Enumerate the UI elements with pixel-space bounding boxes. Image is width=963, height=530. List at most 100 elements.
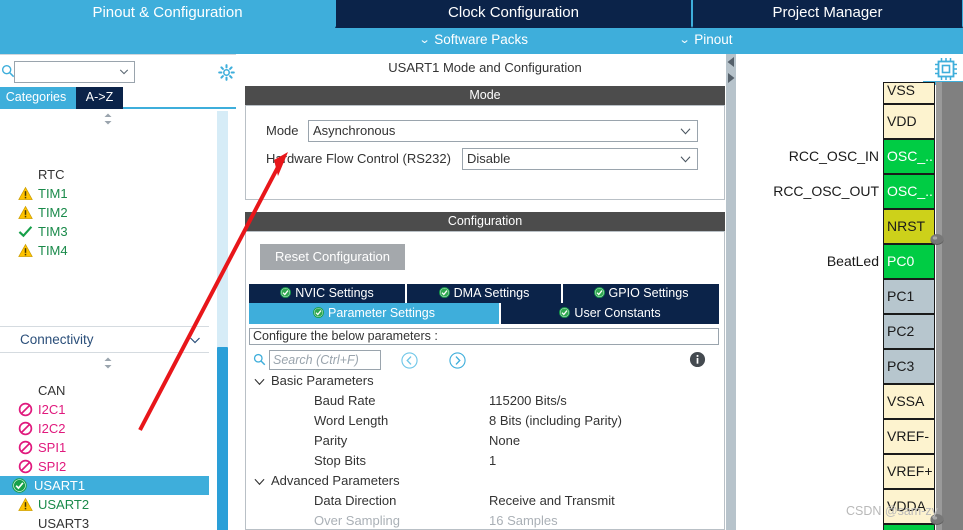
sidebar-item-tim4[interactable]: TIM4 — [0, 241, 209, 260]
menu-label: Pinout — [694, 32, 733, 47]
pin-vref-plus[interactable]: VREF+ — [883, 454, 935, 489]
tab-categories[interactable]: Categories — [0, 87, 76, 109]
tab-label: Pinout & Configuration — [92, 4, 243, 21]
peripheral-sidebar: Categories A->Z RTC TIM1 TIM2 TIM3 TIM4 … — [0, 54, 236, 530]
tab-parameter-settings[interactable]: Parameter Settings — [249, 303, 501, 324]
warning-icon — [18, 205, 33, 219]
pin-vssa[interactable]: VSSA — [883, 384, 935, 419]
flow-control-value: Disable — [467, 151, 511, 166]
warning-icon — [18, 186, 33, 200]
splitter-collapse-left-icon[interactable] — [726, 56, 736, 68]
pin-pc1[interactable]: PC1 — [883, 279, 935, 314]
pushpin-icon[interactable] — [926, 232, 952, 258]
param-row-word-length[interactable]: Word Length 8 Bits (including Parity) — [249, 412, 719, 432]
tab-label: Categories — [5, 90, 67, 104]
sidebar-item-tim1[interactable]: TIM1 — [0, 184, 209, 203]
config-tab-row-1: NVIC Settings DMA Settings GPIO Settings — [249, 284, 719, 303]
tab-dma-settings[interactable]: DMA Settings — [407, 284, 563, 303]
sidebar-item-can[interactable]: CAN — [0, 381, 209, 400]
menu-label: Software Packs — [434, 32, 529, 47]
parameter-search-input[interactable]: Search (Ctrl+F) — [269, 350, 381, 370]
peripheral-label: RTC — [38, 167, 65, 182]
configuration-section-header: Configuration — [245, 212, 725, 231]
chevron-down-icon — [680, 156, 691, 163]
chevron-left-icon[interactable] — [401, 352, 418, 369]
peripheral-search-combo[interactable] — [14, 61, 135, 83]
param-value: 115200 Bits/s — [489, 393, 567, 408]
pin-label: VREF+ — [887, 463, 933, 479]
scroll-updown-icon[interactable] — [100, 113, 116, 125]
divider — [0, 326, 209, 327]
pin-vss[interactable]: VSS — [883, 82, 935, 104]
param-group-label: Basic Parameters — [271, 373, 374, 388]
tab-user-constants[interactable]: User Constants — [501, 303, 719, 324]
pin-vref-minus[interactable]: VREF- — [883, 419, 935, 454]
gear-icon[interactable] — [218, 64, 235, 81]
sidebar-item-usart3[interactable]: USART3 — [0, 514, 209, 530]
sidebar-group-connectivity[interactable]: Connectivity — [0, 329, 209, 351]
pin-osc-in[interactable]: OSC_.. — [883, 139, 935, 174]
pin-label: OSC_.. — [887, 183, 933, 199]
param-name: Stop Bits — [314, 453, 367, 468]
param-row-over-sampling[interactable]: Over Sampling 16 Samples — [249, 512, 719, 530]
group-label: Connectivity — [20, 332, 94, 347]
search-icon — [253, 353, 266, 366]
tab-pinout-configuration[interactable]: Pinout & Configuration — [0, 0, 335, 28]
sidebar-tab-bar: Categories A->Z — [0, 87, 236, 109]
mode-select[interactable]: Asynchronous — [308, 120, 698, 142]
tab-a-to-z[interactable]: A->Z — [76, 87, 123, 109]
sidebar-item-rtc[interactable]: RTC — [0, 165, 209, 184]
param-group-basic[interactable]: Basic Parameters — [249, 372, 719, 392]
tab-label: GPIO Settings — [608, 286, 689, 300]
sidebar-item-usart2[interactable]: USART2 — [0, 495, 209, 514]
param-row-parity[interactable]: Parity None — [249, 432, 719, 452]
chip-icon[interactable] — [933, 56, 959, 82]
sidebar-item-tim2[interactable]: TIM2 — [0, 203, 209, 222]
splitter-expand-right-icon[interactable] — [726, 72, 736, 84]
sidebar-item-tim3[interactable]: TIM3 — [0, 222, 209, 241]
sidebar-scrollbar-thumb[interactable] — [217, 347, 228, 530]
check-circle-icon — [593, 287, 605, 298]
peripheral-label: TIM3 — [38, 224, 68, 239]
param-row-data-direction[interactable]: Data Direction Receive and Transmit — [249, 492, 719, 512]
tab-label: NVIC Settings — [295, 286, 374, 300]
tab-nvic-settings[interactable]: NVIC Settings — [249, 284, 407, 303]
sidebar-item-spi1[interactable]: SPI1 — [0, 438, 209, 457]
sidebar-item-spi2[interactable]: SPI2 — [0, 457, 209, 476]
pin-label: VDD — [887, 113, 917, 129]
sidebar-item-i2c1[interactable]: I2C1 — [0, 400, 209, 419]
sidebar-item-i2c2[interactable]: I2C2 — [0, 419, 209, 438]
param-row-baud-rate[interactable]: Baud Rate 115200 Bits/s — [249, 392, 719, 412]
search-icon — [1, 64, 15, 78]
flow-control-select[interactable]: Disable — [462, 148, 698, 170]
pin-label: VREF- — [887, 428, 929, 444]
info-icon[interactable] — [689, 351, 706, 368]
pin-vdd[interactable]: VDD — [883, 104, 935, 139]
chevron-right-icon[interactable] — [449, 352, 466, 369]
scroll-updown-icon[interactable] — [100, 357, 116, 369]
panel-title: USART1 Mode and Configuration — [388, 60, 582, 75]
panel-splitter[interactable] — [726, 54, 736, 530]
param-group-advanced[interactable]: Advanced Parameters — [249, 472, 719, 492]
peripheral-label: I2C1 — [38, 402, 66, 417]
pin-label: VSSA — [887, 393, 925, 409]
reset-configuration-button[interactable]: Reset Configuration — [260, 244, 405, 270]
pin-pc3[interactable]: PC3 — [883, 349, 935, 384]
param-value: 1 — [489, 453, 497, 468]
param-row-stop-bits[interactable]: Stop Bits 1 — [249, 452, 719, 472]
pin-label: PC1 — [887, 288, 915, 304]
tab-label: Project Manager — [772, 4, 883, 21]
configure-note: Configure the below parameters : — [249, 328, 719, 345]
divider — [0, 352, 209, 353]
forbidden-icon — [18, 402, 33, 417]
menu-pinout[interactable]: ⌄ Pinout — [679, 32, 733, 47]
pin-osc-out[interactable]: OSC_.. — [883, 174, 935, 209]
menu-software-packs[interactable]: ⌄ Software Packs — [419, 32, 529, 47]
sidebar-item-usart1[interactable]: USART1 — [0, 476, 209, 495]
main-tab-bar: Pinout & Configuration Clock Configurati… — [0, 0, 963, 28]
pin-label: NRST — [887, 218, 926, 234]
tab-clock-configuration[interactable]: Clock Configuration — [335, 0, 692, 28]
tab-project-manager[interactable]: Project Manager — [692, 0, 963, 28]
pin-pc2[interactable]: PC2 — [883, 314, 935, 349]
tab-gpio-settings[interactable]: GPIO Settings — [563, 284, 719, 303]
